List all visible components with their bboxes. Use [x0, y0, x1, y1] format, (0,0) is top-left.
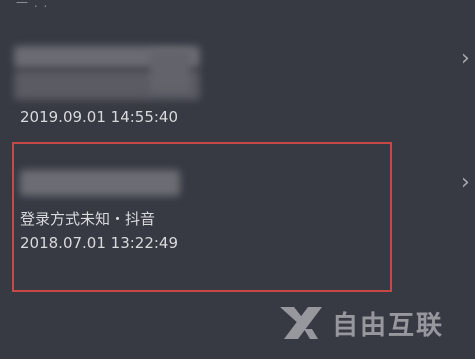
- login-timestamp: 2018.07.01 13:22:49: [20, 234, 179, 252]
- login-device-item[interactable]: 2019.09.01 14:55:40 ›: [0, 36, 475, 136]
- chevron-right-icon[interactable]: ›: [461, 48, 475, 70]
- login-devices-screen: 一 . . 2019.09.01 14:55:40 › 登录方式未知・抖音 20…: [0, 0, 475, 359]
- login-device-item[interactable]: 登录方式未知・抖音 2018.07.01 13:22:49 ›: [0, 150, 475, 290]
- chevron-right-icon[interactable]: ›: [461, 172, 475, 194]
- login-timestamp: 2019.09.01 14:55:40: [20, 108, 179, 126]
- blurred-device-detail: [150, 50, 190, 92]
- blurred-device-name: [20, 170, 180, 196]
- watermark: 自由互联: [278, 298, 444, 348]
- login-method-label: 登录方式未知・抖音: [20, 210, 156, 228]
- top-partial-text: 一 . .: [16, 0, 49, 10]
- watermark-text: 自由互联: [332, 310, 445, 341]
- x-logo-icon: [280, 307, 322, 339]
